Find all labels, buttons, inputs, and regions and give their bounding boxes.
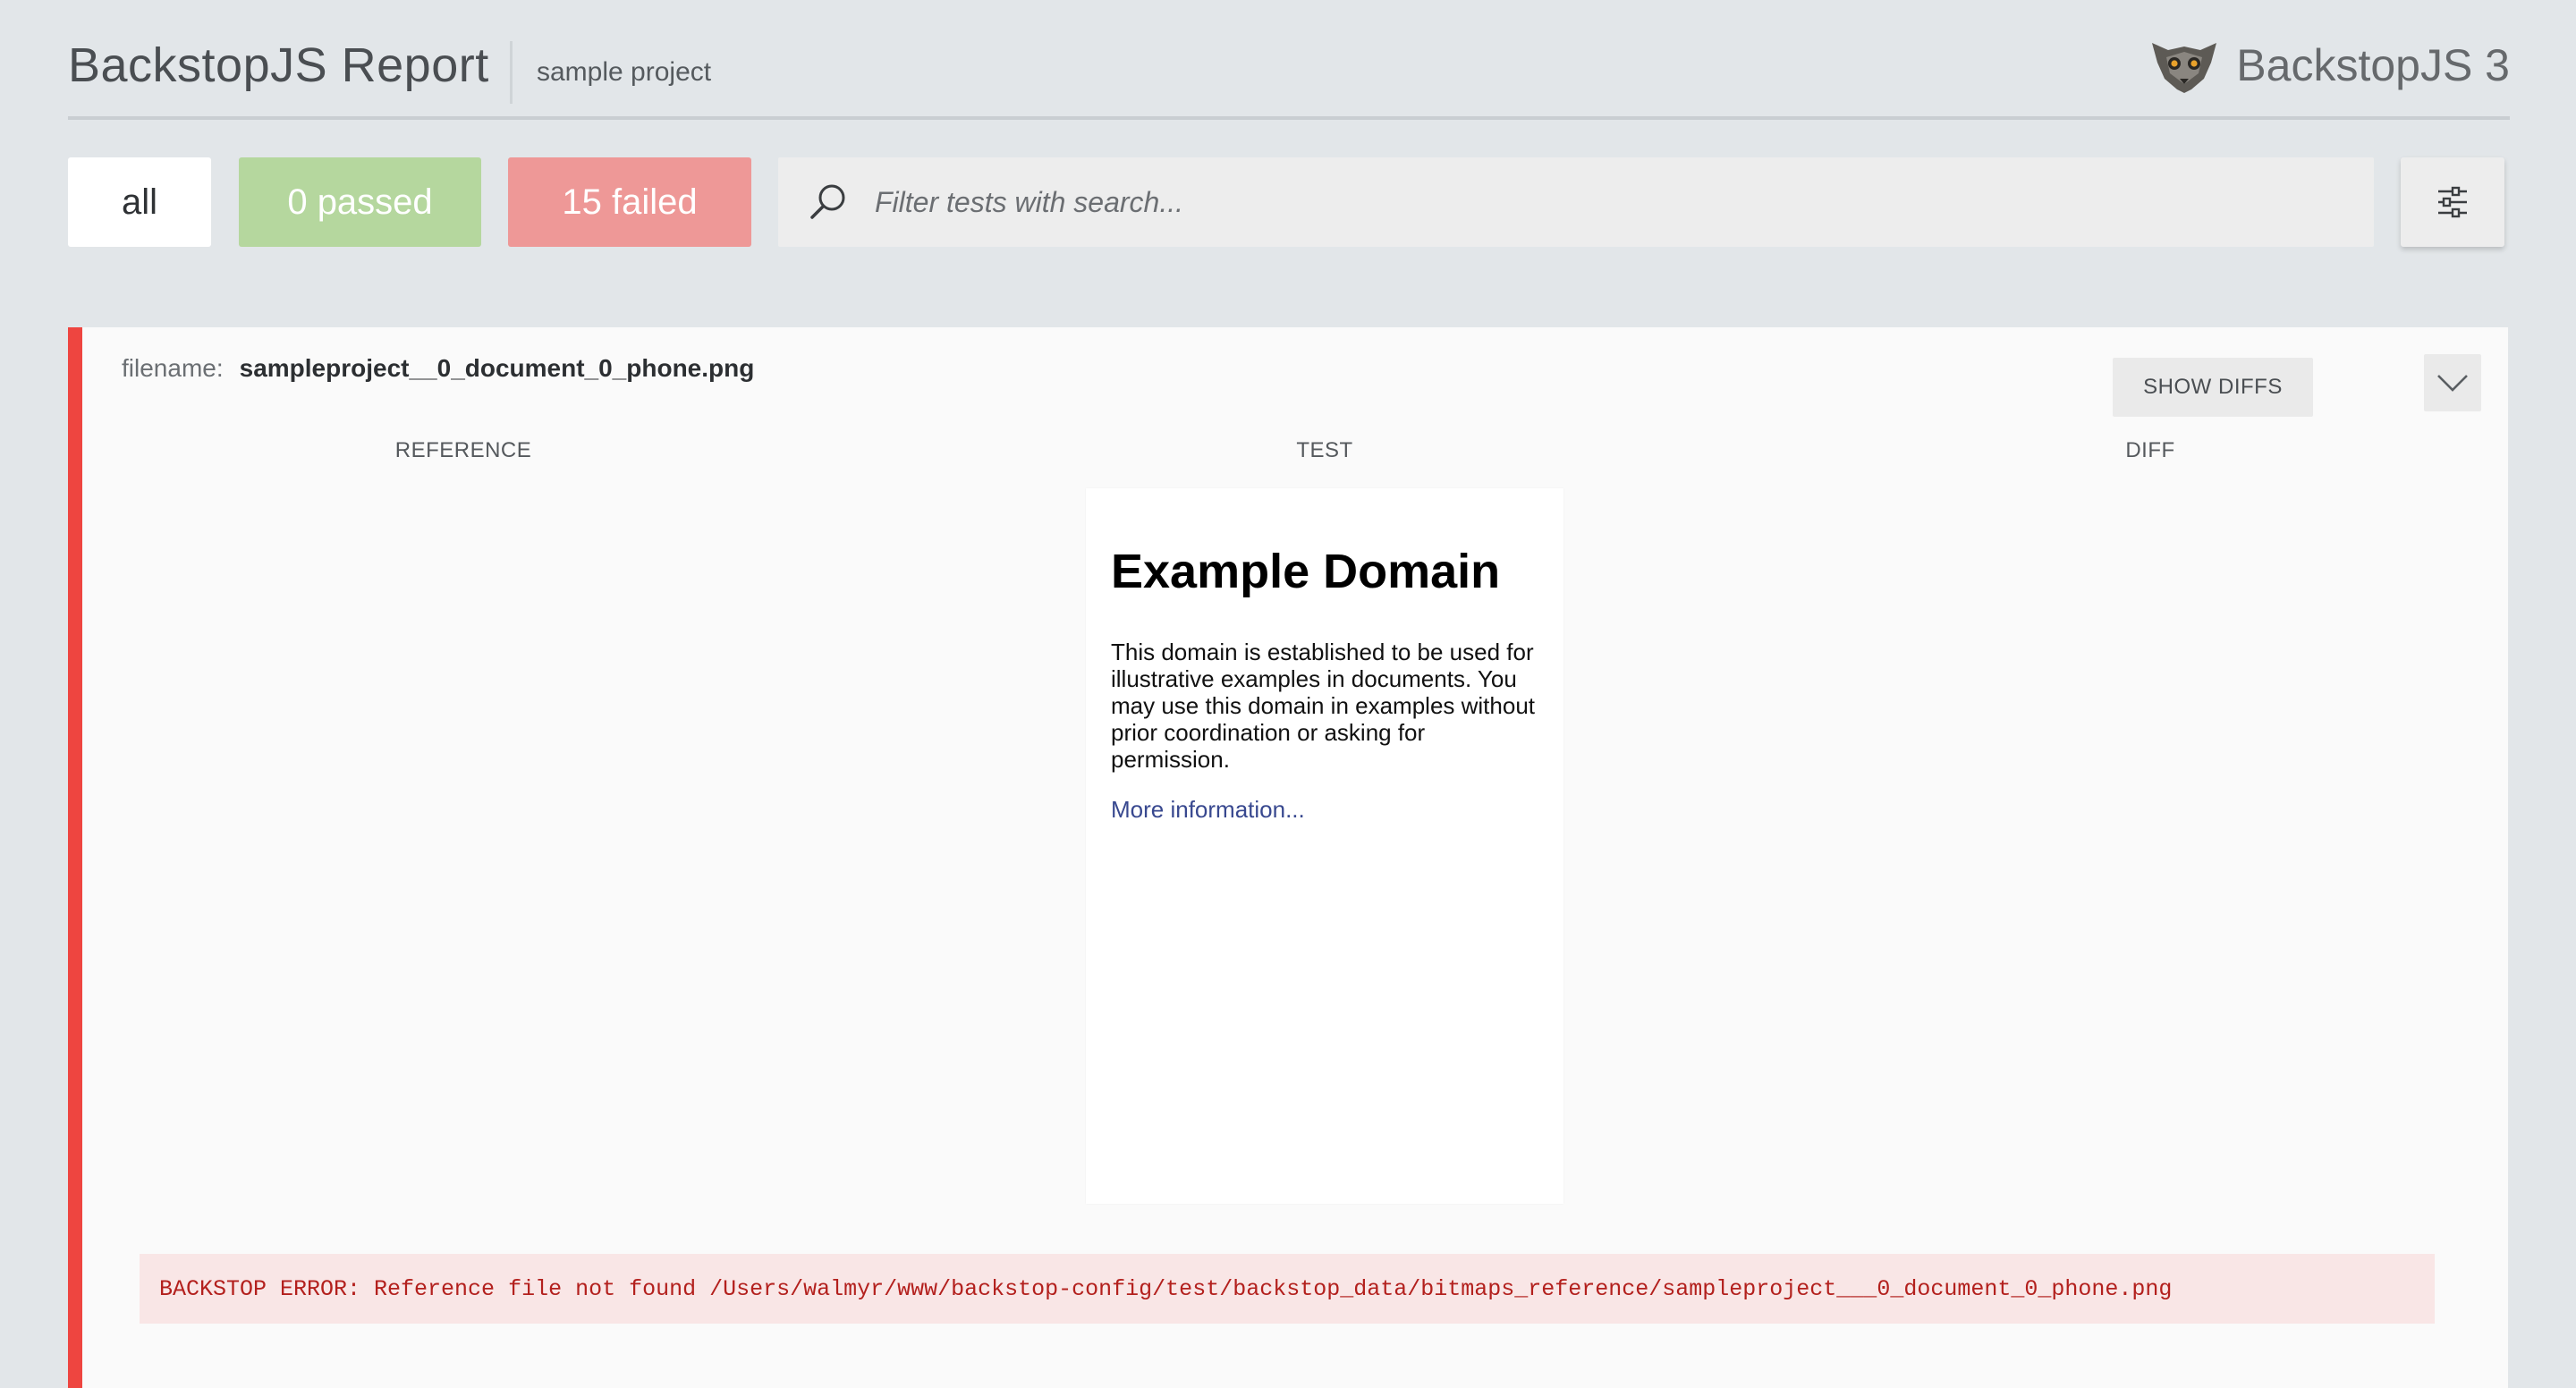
screenshot-paragraph: This domain is established to be used fo… — [1111, 639, 1536, 773]
filter-toolbar: all 0 passed 15 failed — [68, 157, 2504, 247]
test-result-card: filename: sampleproject__0_document_0_pho… — [68, 327, 2508, 1388]
lemur-logo-icon — [2152, 43, 2217, 93]
search-input[interactable] — [875, 175, 2306, 229]
search-box — [778, 157, 2374, 247]
filter-failed-button[interactable]: 15 failed — [508, 157, 751, 247]
test-column-label: TEST — [1296, 438, 1353, 462]
project-name: sample project — [537, 57, 712, 87]
settings-button[interactable] — [2401, 157, 2504, 247]
test-screenshot[interactable]: Example Domain This domain is establishe… — [1086, 488, 1563, 1204]
filename-row: filename: sampleproject__0_document_0_pho… — [122, 354, 754, 383]
brand: BackstopJS 3 — [2148, 34, 2510, 97]
diff-column-label: DIFF — [2125, 438, 2175, 462]
page-title: BackstopJS Report — [68, 38, 489, 92]
filename-value: sampleproject__0_document_0_phone.png — [239, 354, 755, 382]
sliders-icon — [2438, 186, 2467, 218]
reference-column-label: REFERENCE — [394, 438, 532, 462]
filter-passed-button[interactable]: 0 passed — [239, 157, 481, 247]
search-icon — [810, 184, 845, 219]
chevron-down-icon — [2437, 375, 2468, 392]
screenshot-link: More information... — [1111, 796, 1305, 823]
collapse-button[interactable] — [2424, 354, 2481, 411]
filename-label: filename: — [122, 354, 224, 382]
error-message: BACKSTOP ERROR: Reference file not found… — [140, 1254, 2435, 1324]
screenshot-heading: Example Domain — [1111, 545, 1501, 598]
filter-all-button[interactable]: all — [68, 157, 211, 247]
header-divider — [510, 41, 513, 104]
brand-name: BackstopJS 3 — [2236, 40, 2510, 90]
report-header: BackstopJS Report sample project Backsto… — [68, 0, 2510, 120]
show-diffs-button[interactable]: SHOW DIFFS — [2113, 358, 2313, 417]
